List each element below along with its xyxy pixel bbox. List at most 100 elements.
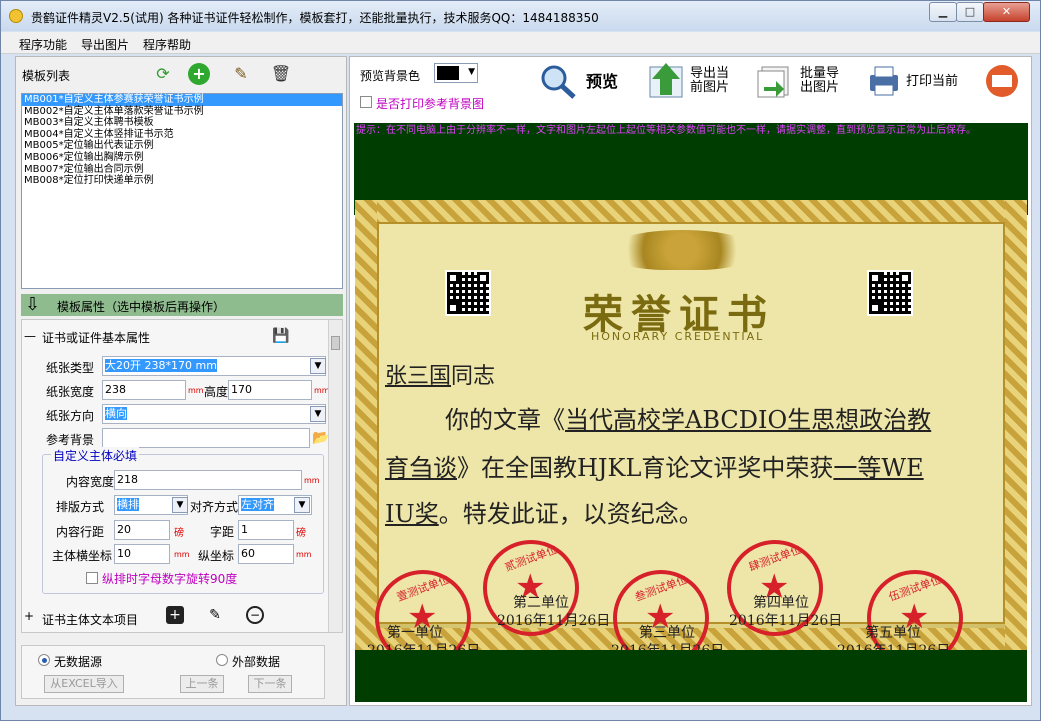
unit-mm: mm [304,476,320,485]
align-label: 对齐方式 [190,500,239,514]
body-text: 你的文章《 [445,406,565,434]
unit-3: 第三单位 [639,625,695,641]
folder-icon[interactable]: 📂 [312,430,329,446]
prev-record-button[interactable]: 上一条 [180,675,224,693]
unit-5: 第五单位 [865,625,921,641]
color-swatch [437,66,459,80]
remove-item-icon[interactable]: − [246,606,264,624]
qr-code-right [867,270,913,316]
save-icon[interactable]: 💾 [272,328,289,344]
menu-bar: 程序功能 导出图片 程序帮助 [1,32,1040,54]
certificate-subtitle: HONORARY CREDENTIAL [591,330,765,343]
list-item[interactable]: MB006*定位输出胸牌示例 [22,152,342,164]
direction-label: 纸张方向 [46,409,95,423]
chevron-down-icon[interactable]: ▼ [172,497,188,513]
height-label: 高度 [204,385,229,399]
no-datasource-label: 无数据源 [54,655,103,669]
date-3: 2016年11月26日 [611,640,724,650]
menu-program[interactable]: 程序功能 [19,36,67,53]
print-current-button[interactable] [864,63,904,99]
attr-bar-label: 模板属性（选中模板后再操作） [57,300,226,314]
preview-button[interactable] [538,63,578,99]
unit-2: 第二单位 [513,595,569,611]
ornament-icon [607,230,757,270]
menu-help[interactable]: 程序帮助 [143,36,191,53]
border-left [355,200,377,650]
chevron-down-icon[interactable]: ▼ [310,406,326,422]
print-current-label[interactable]: 打印当前 [906,75,958,89]
edit-item-icon[interactable]: ✎ [206,606,224,624]
preview-label[interactable]: 预览 [586,74,618,90]
list-item[interactable]: MB001*自定义主体参赛获荣誉证书示例 [22,94,342,106]
list-item[interactable]: MB005*定位输出代表证示例 [22,140,342,152]
left-panel: 模板列表 ⟳ + ✎ 🗑 MB001*自定义主体参赛获荣誉证书示例 MB002*… [15,56,347,706]
print-ref-checkbox[interactable] [360,96,372,108]
layout-label: 排版方式 [56,500,105,514]
body-line-3: IU奖。特发此证，以资纪念。 [385,494,703,529]
body-line-1: 你的文章《当代高校学ABCDIO生思想政治教 [445,400,931,435]
greeting: 同志 [451,364,496,389]
export-current-label[interactable]: 导出当前图片 [690,67,734,95]
external-data-radio[interactable] [216,654,228,666]
list-item[interactable]: MB003*自定义主体聘书模板 [22,117,342,129]
line-space-label: 内容行距 [56,525,105,539]
edit-icon[interactable]: ✎ [230,63,252,85]
date-5: 2016年11月26日 [837,640,950,650]
title-bar: 贵鹤证件精灵V2.5(试用) 各种证书证件轻松制作，模板套打，还能批量执行，技术… [1,1,1040,31]
height-input[interactable]: 170 [228,380,312,400]
unit-mm: mm [296,550,312,559]
properties-panel: — 证书或证件基本属性 💾 纸张类型 大20开 238*170 mm ▼ 纸张宽… [21,319,343,633]
line-space-input[interactable]: 20 [114,520,170,540]
rotate-checkbox[interactable] [86,572,98,584]
list-item[interactable]: MB002*自定义主体单落款荣誉证书示例 [22,106,342,118]
chevron-down-icon[interactable]: ▼ [310,358,326,374]
body-text: 》在全国教HJKL育论文评奖中荣获 [457,454,834,482]
scroll-thumb[interactable] [331,336,340,350]
body-text: 。特发此证，以资纪念。 [438,500,703,528]
list-item[interactable]: MB008*定位打印快递单示例 [22,175,342,187]
export-arrow-icon [649,63,683,98]
template-attr-bar: ⇩ 模板属性（选中模板后再操作） [21,294,343,316]
chevron-down-icon: ▼ [468,67,475,77]
y-input[interactable]: 60 [238,544,294,564]
add-item-icon[interactable]: + [166,606,184,624]
paper-type-select[interactable]: 大20开 238*170 mm [102,356,326,376]
import-excel-button[interactable]: 从EXCEL导入 [44,675,124,693]
list-item[interactable]: MB004*自定义主体竖排证书示范 [22,129,342,141]
bg-color-picker[interactable]: ▼ [434,63,478,83]
delete-icon[interactable]: 🗑 [270,63,292,85]
minimize-button[interactable]: ▁ [929,2,957,22]
no-datasource-radio[interactable] [38,654,50,666]
export-current-button[interactable] [646,61,686,98]
certificate-preview: 荣誉证书 HONORARY CREDENTIAL 张三国同志 你的文章《当代高校… [355,200,1027,650]
next-record-button[interactable]: 下一条 [248,675,292,693]
x-label: 主体横坐标 [52,549,113,563]
collapse-icon[interactable]: — [24,329,36,343]
unit-1: 第一单位 [387,625,443,641]
char-space-label: 字距 [210,525,235,539]
close-button[interactable]: ✕ [983,2,1030,22]
char-space-input[interactable]: 1 [238,520,294,540]
x-input[interactable]: 10 [114,544,170,564]
menu-export[interactable]: 导出图片 [81,36,129,53]
expand-icon[interactable]: + [24,609,34,623]
list-item[interactable]: MB007*定位输出合同示例 [22,164,342,176]
group-title: 自定义主体必填 [51,447,140,464]
direction-select[interactable]: 横向 [102,404,326,424]
paper-width-input[interactable]: 238 [102,380,186,400]
article-title-1: 当代高校学ABCDIO生思想政治教 [565,406,932,434]
template-list[interactable]: MB001*自定义主体参赛获荣誉证书示例 MB002*自定义主体单落款荣誉证书示… [21,93,343,289]
maximize-button[interactable]: □ [956,2,984,22]
date-1: 2016年11月26日 [367,640,480,650]
chevron-down-icon[interactable]: ▼ [294,497,310,513]
add-icon[interactable]: + [188,63,210,85]
batch-export-label[interactable]: 批量导出图片 [800,67,844,95]
ref-bg-input[interactable] [102,428,310,448]
content-width-input[interactable]: 218 [114,470,302,490]
content-width-label: 内容宽度 [66,475,115,489]
award-1: 一等WE [833,454,924,482]
batch-export-button[interactable] [754,63,794,99]
batch-print-button[interactable] [984,63,1024,99]
refresh-icon[interactable]: ⟳ [152,63,174,85]
properties-scrollbar[interactable] [328,320,342,632]
